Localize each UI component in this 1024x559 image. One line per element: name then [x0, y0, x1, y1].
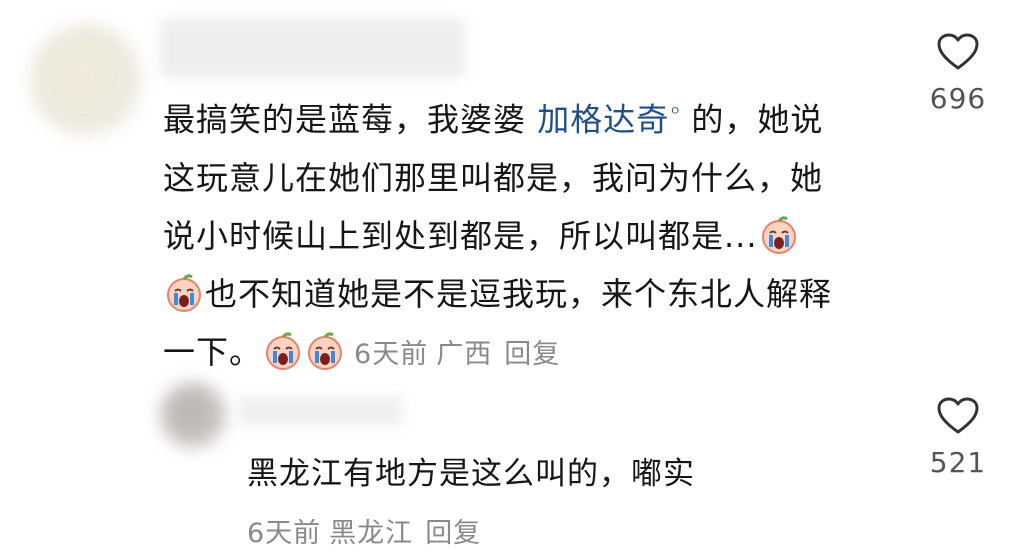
reply-reply-button[interactable]: 回复 — [425, 518, 481, 549]
reply-meta: 6天前 黑龙江 回复 — [247, 511, 481, 550]
comment-meta: 6天前 广西 回复 — [346, 339, 560, 370]
like-count: 696 — [929, 82, 987, 115]
commenter-username-blurred[interactable] — [160, 18, 465, 78]
crying-emoji-icon — [167, 274, 201, 312]
crying-emoji-icon — [266, 332, 301, 370]
comment-body: 最搞笑的是蓝莓，我婆婆 加格达奇 ᴼ 的，她说 这玩意儿在她们那里叫都是，我问为什… — [163, 85, 893, 384]
like-button[interactable]: 696 — [918, 32, 998, 115]
comment-location: 广西 — [436, 338, 493, 370]
crying-emoji-icon — [308, 332, 343, 370]
commenter-avatar[interactable] — [30, 24, 142, 136]
comment-time: 6天前 — [354, 338, 429, 370]
comment-line-3: 说小时候山上到处到都是，所以叫都是... — [163, 207, 893, 265]
reply-time: 6天前 — [247, 518, 322, 549]
crying-emoji-icon — [761, 216, 796, 254]
reply-avatar[interactable] — [160, 382, 226, 448]
reply-button[interactable]: 回复 — [504, 339, 560, 370]
reply-location: 黑龙江 — [329, 518, 414, 549]
heart-outline-icon — [937, 33, 979, 70]
comment-line-5: 一下。 6天前 广西 回复 — [163, 332, 561, 371]
reply-like-button[interactable]: 521 — [918, 396, 998, 479]
comment-line-2: 这玩意儿在她们那里叫都是，我问为什么，她 — [163, 158, 824, 197]
heart-outline-icon — [937, 397, 979, 434]
reply-body: 黑龙江有地方是这么叫的，嘟实 — [247, 456, 695, 492]
comment-line-4: 也不知道她是不是逗我玩，来个东北人解释 — [163, 265, 893, 323]
reply-username-blurred[interactable] — [238, 396, 403, 426]
search-icon: ᴼ — [671, 104, 681, 123]
comment-line-1: 最搞笑的是蓝莓，我婆婆 加格达奇 ᴼ 的，她说 — [163, 100, 824, 139]
mention-link[interactable]: 加格达奇 — [537, 101, 669, 139]
reply-like-count: 521 — [929, 446, 987, 479]
